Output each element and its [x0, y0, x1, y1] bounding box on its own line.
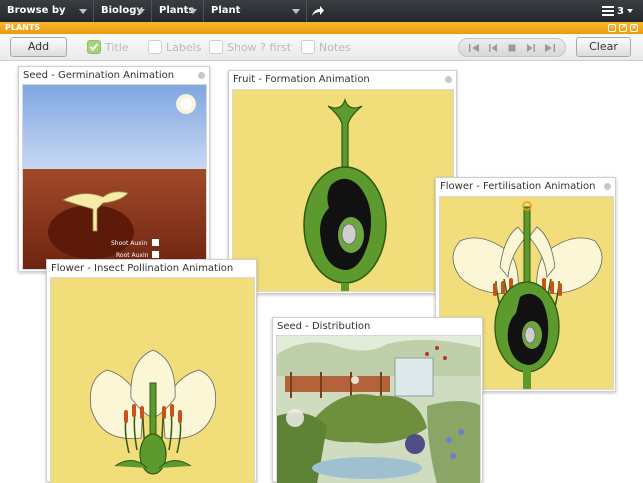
fruit-formation-image: [232, 89, 454, 292]
chevron-down-icon: [189, 9, 197, 14]
check-icon: [87, 40, 101, 54]
checkbox-box: [301, 40, 315, 54]
card-title: Flower - Fertilisation Animation: [440, 181, 596, 192]
share-icon[interactable]: [311, 4, 325, 18]
checkbox-box: [209, 40, 223, 54]
card-title: Fruit - Formation Animation: [233, 74, 370, 85]
playback-controls: [458, 38, 566, 57]
shoot-auxin-legend: Shoot Auxin: [111, 240, 148, 247]
breadcrumb-biology[interactable]: Biology: [94, 0, 152, 22]
close-icon[interactable]: [198, 72, 205, 79]
card-title: Seed - Germination Animation: [23, 70, 175, 81]
close-icon[interactable]: [604, 183, 611, 190]
expand-icon[interactable]: ↗: [619, 24, 627, 32]
card-seed-distribution[interactable]: Seed - Distribution: [272, 317, 483, 483]
chevron-down-icon: [79, 9, 87, 14]
clear-button[interactable]: Clear: [576, 37, 631, 57]
checkbox-label: Labels: [166, 40, 202, 54]
menu-button[interactable]: 3: [602, 4, 633, 18]
skip-forward-icon[interactable]: [544, 43, 556, 53]
stop-icon[interactable]: [506, 43, 518, 53]
card-title: Flower - Insect Pollination Animation: [51, 263, 234, 274]
add-button[interactable]: Add: [10, 37, 67, 57]
checkbox-label: Show ? first: [227, 40, 292, 54]
chevron-down-icon: [627, 9, 633, 13]
card-title: Seed - Distribution: [277, 321, 371, 332]
toolbar: Add Title Labels Show ? first Notes Clea…: [0, 34, 643, 61]
root-auxin-legend: Root Auxin: [116, 252, 149, 259]
checkbox-label: Notes: [319, 40, 351, 54]
labels-checkbox[interactable]: Labels: [148, 39, 201, 55]
section-title: PLANTS: [5, 23, 41, 32]
skip-back-icon[interactable]: [468, 43, 480, 53]
breadcrumb-plants[interactable]: Plants: [152, 0, 204, 22]
breadcrumb-browse-by-pack[interactable]: Browse by pack: [0, 0, 94, 38]
breadcrumb-plant-reproduction[interactable]: Plant Reproduction: [204, 0, 307, 38]
card-insect-pollination[interactable]: Flower - Insect Pollination Animation: [46, 259, 257, 483]
card-seed-germination[interactable]: Seed - Germination Animation Shoot Auxin…: [18, 66, 210, 272]
checkbox-label: Title: [105, 40, 129, 54]
section-bar: PLANTS - ↗ ×: [0, 22, 643, 34]
chevron-down-icon: [292, 9, 300, 14]
seed-distribution-image: [276, 335, 481, 483]
close-icon[interactable]: [445, 76, 452, 83]
minimize-icon[interactable]: -: [608, 24, 616, 32]
germination-image: Shoot Auxin Root Auxin: [22, 84, 207, 270]
notes-checkbox[interactable]: Notes: [301, 39, 351, 55]
checkbox-box: [148, 40, 162, 54]
step-forward-icon[interactable]: [525, 43, 537, 53]
insect-pollination-image: [50, 277, 255, 483]
card-fruit-formation[interactable]: Fruit - Formation Animation: [228, 70, 457, 294]
chevron-down-icon: [137, 9, 145, 14]
step-back-icon[interactable]: [487, 43, 499, 53]
hamburger-icon: [602, 6, 615, 16]
title-checkbox[interactable]: Title: [87, 39, 129, 55]
menu-count: 3: [617, 5, 624, 17]
show-first-checkbox[interactable]: Show ? first: [209, 39, 291, 55]
top-nav-bar: Browse by pack Biology Plants Plant Repr…: [0, 0, 643, 38]
close-icon[interactable]: ×: [630, 24, 638, 32]
